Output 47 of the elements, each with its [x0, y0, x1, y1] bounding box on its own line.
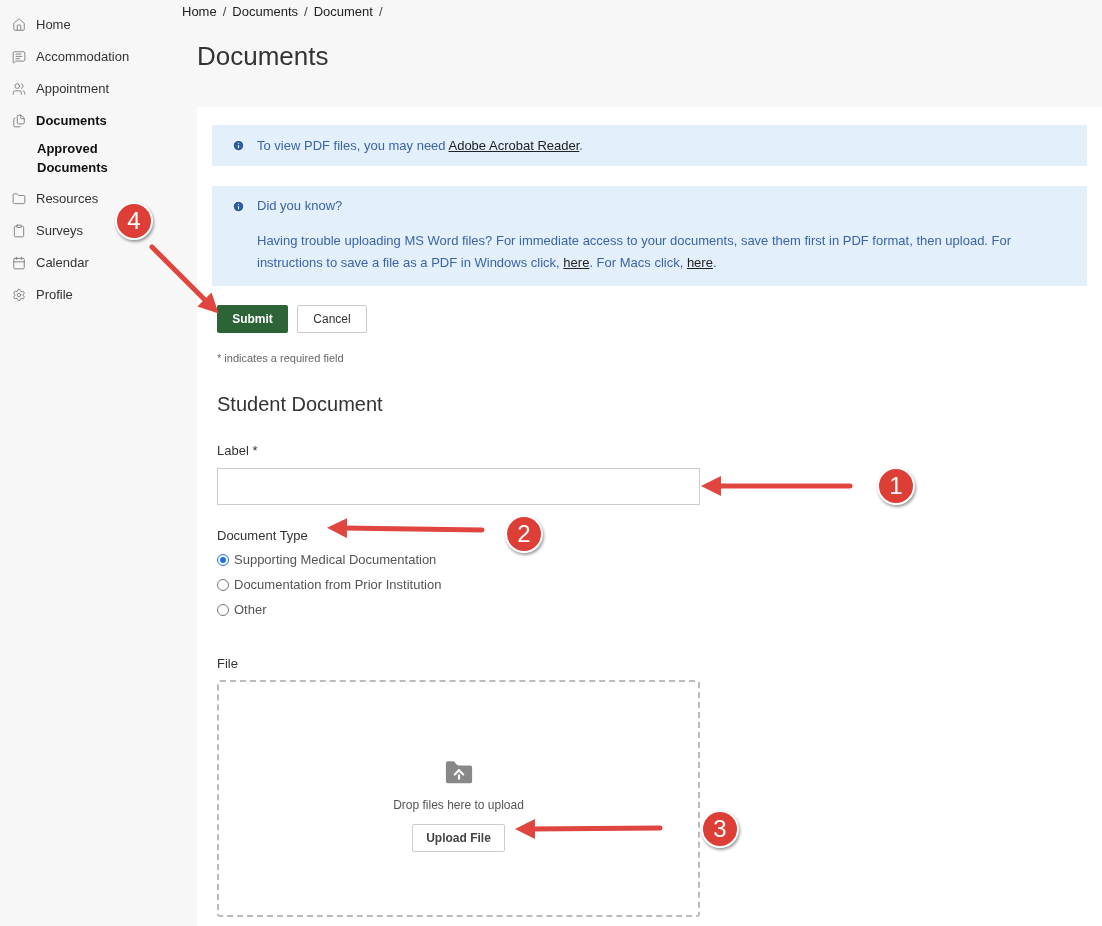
radio-option[interactable]: Other — [217, 600, 1087, 620]
radio-option[interactable]: Documentation from Prior Institution — [217, 575, 1087, 595]
annotation-arrow — [149, 244, 219, 314]
info-text: To view PDF files, you may need Adobe Acrobat Reader. — [257, 136, 583, 155]
sidebar-icon — [12, 18, 26, 32]
sidebar-icon — [12, 114, 26, 128]
section-title: Student Document — [217, 391, 384, 417]
info-title: Did you know? — [257, 197, 343, 216]
sidebar-icon — [12, 50, 26, 64]
info-icon — [232, 139, 245, 152]
breadcrumb-separator: / — [378, 3, 383, 22]
sidebar-icon — [12, 192, 26, 206]
sidebar-item[interactable]: Documents — [12, 105, 107, 137]
page-title: Documents — [197, 40, 330, 72]
sidebar-subitem[interactable]: Approved Documents — [37, 137, 127, 179]
info-icon — [232, 199, 245, 213]
dropzone-hint: Drop files here to upload — [393, 796, 524, 814]
sidebar-icon — [12, 288, 26, 302]
file-dropzone[interactable]: Drop files here to upload Upload File — [217, 680, 700, 917]
sidebar-icon — [12, 256, 26, 270]
callout-number: 4 — [115, 202, 153, 240]
sidebar-item[interactable]: Home — [12, 9, 71, 41]
submit-button[interactable]: Submit — [217, 305, 288, 333]
sidebar-item[interactable]: Resources — [12, 183, 99, 215]
acrobat-link[interactable]: Adobe Acrobat Reader — [448, 137, 580, 153]
label-input[interactable] — [217, 468, 700, 505]
field-label: File — [217, 654, 238, 673]
sidebar-item[interactable]: Accommodation — [12, 41, 130, 73]
mac-help-link[interactable]: here — [686, 255, 713, 270]
field-label: Document Type — [217, 527, 308, 545]
sidebar-icon — [12, 224, 26, 238]
radio-option[interactable]: Supporting Medical Documentation — [217, 550, 1087, 570]
breadcrumb-link[interactable]: Home — [182, 2, 217, 22]
breadcrumb-separator: / — [222, 3, 227, 22]
required-note: * indicates a required field — [217, 351, 345, 366]
breadcrumb-link[interactable]: Documents — [232, 2, 299, 22]
cancel-button[interactable]: Cancel — [297, 305, 367, 333]
sidebar-item[interactable]: Appointment — [12, 73, 109, 105]
upload-file-button[interactable]: Upload File — [412, 823, 505, 852]
breadcrumb-link[interactable]: Document — [313, 2, 373, 22]
breadcrumb-separator: / — [304, 3, 308, 22]
sidebar-item[interactable]: Calendar — [12, 247, 89, 279]
sidebar-item[interactable]: Surveys — [12, 215, 83, 247]
sidebar-icon — [12, 82, 26, 96]
sidebar-item[interactable]: Profile — [12, 279, 73, 311]
info-text: Having trouble uploading MS Word files? For immediate access to your documents, save them first in PDF format, then upload. For instructions to save a file as a PDF in Windows click, here. For Macs click, here. — [257, 232, 1013, 272]
field-label: Label * — [217, 441, 258, 460]
